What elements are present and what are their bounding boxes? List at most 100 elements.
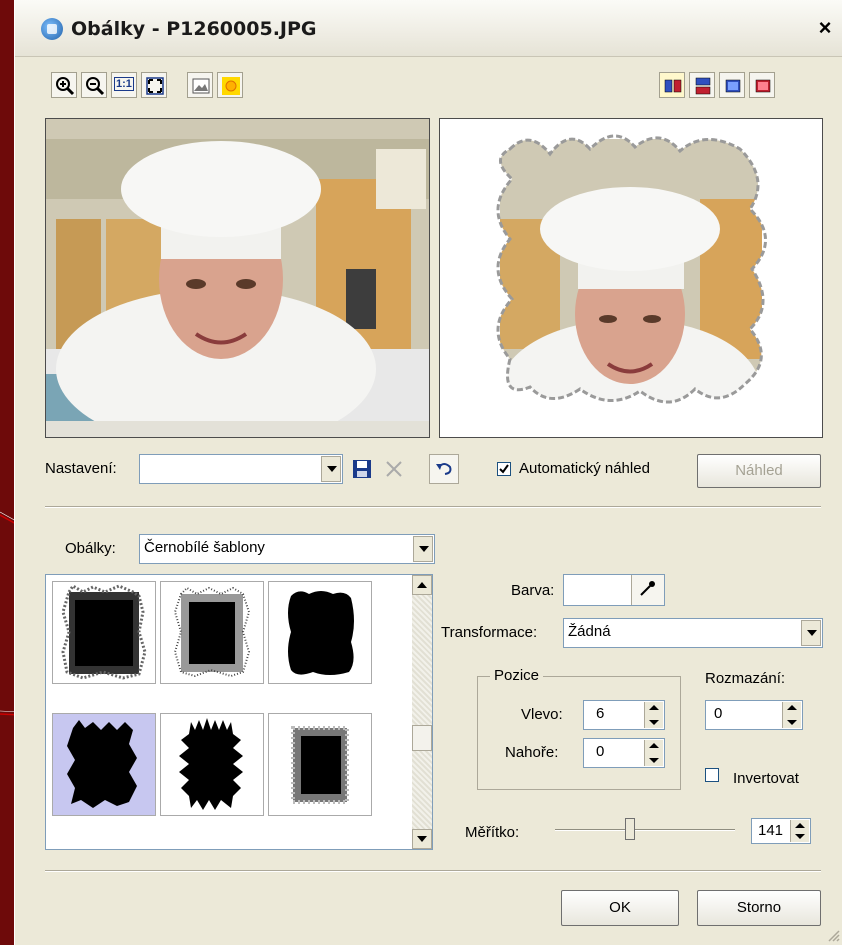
- envelope-category-combo[interactable]: Černobílé šablony: [139, 534, 435, 564]
- preview-image-pane[interactable]: [439, 118, 823, 438]
- cancel-button[interactable]: Storno: [697, 890, 821, 926]
- spin-arrows-icon[interactable]: [644, 702, 663, 728]
- scale-slider-track[interactable]: [555, 829, 735, 831]
- actual-size-button[interactable]: 1:1: [111, 72, 137, 98]
- chevron-up-icon: [417, 582, 427, 588]
- envelope-thumb[interactable]: [160, 581, 264, 684]
- chevron-down-icon[interactable]: [413, 536, 433, 562]
- zoom-out-button[interactable]: [81, 72, 107, 98]
- blur-label: Rozmazání:: [705, 670, 786, 687]
- save-settings-button[interactable]: [351, 458, 373, 480]
- left-offset-stepper[interactable]: 6: [583, 700, 665, 730]
- undo-icon: [436, 463, 452, 475]
- actual-size-icon: 1:1: [114, 77, 134, 91]
- scroll-up-button[interactable]: [412, 575, 432, 595]
- split-vertical-icon: [664, 79, 682, 93]
- envelope-template-image: [61, 583, 147, 680]
- undo-button[interactable]: [429, 454, 459, 484]
- zoom-in-icon: [56, 77, 75, 96]
- transform-label: Transformace:: [441, 624, 538, 641]
- ok-button[interactable]: OK: [561, 890, 679, 926]
- transform-combo[interactable]: Žádná: [563, 618, 823, 648]
- envelope-template-image: [291, 726, 349, 804]
- title-bar[interactable]: Obálky - P1260005.JPG ×: [15, 0, 842, 57]
- left-offset-label: Vlevo:: [521, 706, 563, 723]
- delete-settings-button[interactable]: [383, 458, 405, 480]
- position-legend: Pozice: [490, 667, 544, 684]
- delete-icon: [386, 461, 402, 477]
- checkmark-icon: [499, 464, 509, 474]
- split-horizontal-button[interactable]: [689, 72, 715, 98]
- color-picker[interactable]: [563, 574, 665, 606]
- spin-arrows-icon[interactable]: [644, 740, 663, 766]
- image-icon: [192, 78, 210, 94]
- window-title: Obálky - P1260005.JPG: [71, 18, 317, 40]
- auto-preview-checkbox[interactable]: [497, 462, 511, 476]
- gallery-scrollbar[interactable]: [412, 575, 432, 849]
- original-photo: [46, 119, 429, 421]
- sun-button[interactable]: [217, 72, 243, 98]
- split-horizontal-icon: [695, 77, 711, 95]
- split-vertical-button[interactable]: [659, 72, 685, 98]
- preview-button[interactable]: Náhled: [697, 454, 821, 488]
- position-group: Pozice: [477, 667, 681, 790]
- single-preview-icon: [755, 79, 771, 93]
- blur-value: 0: [714, 705, 723, 722]
- divider: [45, 506, 821, 508]
- color-swatch[interactable]: [564, 575, 630, 605]
- resize-grip-icon[interactable]: [825, 927, 841, 943]
- eyedropper-button[interactable]: [631, 575, 664, 605]
- scroll-down-button[interactable]: [412, 829, 432, 849]
- envelope-template-image: [179, 718, 243, 810]
- top-offset-stepper[interactable]: 0: [583, 738, 665, 768]
- preview-photo: [440, 119, 822, 421]
- envelope-thumb[interactable]: [160, 713, 264, 816]
- invert-checkbox[interactable]: [705, 768, 719, 782]
- top-offset-label: Nahoře:: [505, 744, 559, 761]
- zoom-out-icon: [86, 77, 105, 96]
- single-original-icon: [725, 79, 741, 93]
- envelope-thumb[interactable]: [268, 713, 372, 816]
- envelope-template-image: [173, 586, 251, 678]
- left-offset-value: 6: [596, 705, 605, 722]
- envelope-template-image: [288, 591, 354, 675]
- single-preview-button[interactable]: [749, 72, 775, 98]
- scale-value: 141: [758, 822, 784, 839]
- envelope-thumb-selected[interactable]: [52, 713, 156, 816]
- scale-slider-thumb[interactable]: [625, 818, 635, 840]
- auto-preview-label: Automatický náhled: [519, 460, 650, 477]
- settings-combo[interactable]: [139, 454, 343, 484]
- envelope-gallery[interactable]: [45, 574, 433, 850]
- close-button[interactable]: ×: [813, 16, 837, 40]
- app-icon: [41, 18, 63, 40]
- blur-stepper[interactable]: 0: [705, 700, 803, 730]
- zoom-in-button[interactable]: [51, 72, 77, 98]
- original-image-pane[interactable]: [45, 118, 430, 438]
- envelope-thumb[interactable]: [268, 581, 372, 684]
- dialog-window: Obálky - P1260005.JPG × 1:1 Nastavení: A…: [14, 0, 842, 945]
- divider: [45, 870, 821, 872]
- chevron-down-icon[interactable]: [801, 620, 821, 646]
- sun-icon: [222, 77, 240, 95]
- envelope-category-value: Černobílé šablony: [144, 539, 265, 556]
- image-button[interactable]: [187, 72, 213, 98]
- scroll-thumb[interactable]: [412, 725, 432, 751]
- fit-to-window-icon: [146, 77, 164, 95]
- envelope-thumb[interactable]: [52, 581, 156, 684]
- top-offset-value: 0: [596, 743, 605, 760]
- color-label: Barva:: [511, 582, 555, 599]
- chevron-down-icon: [417, 836, 427, 842]
- eyedropper-icon: [640, 581, 655, 596]
- single-original-button[interactable]: [719, 72, 745, 98]
- envelopes-label: Obálky:: [65, 540, 116, 557]
- chevron-down-icon[interactable]: [321, 456, 341, 482]
- floppy-icon: [353, 460, 371, 478]
- transform-value: Žádná: [568, 623, 611, 640]
- invert-label: Invertovat: [733, 770, 799, 787]
- spin-arrows-icon[interactable]: [782, 702, 801, 728]
- scale-stepper[interactable]: 141: [751, 818, 811, 844]
- settings-label: Nastavení:: [45, 460, 117, 477]
- scale-label: Měřítko:: [465, 824, 520, 841]
- fit-window-button[interactable]: [141, 72, 167, 98]
- spin-arrows-icon[interactable]: [790, 820, 809, 842]
